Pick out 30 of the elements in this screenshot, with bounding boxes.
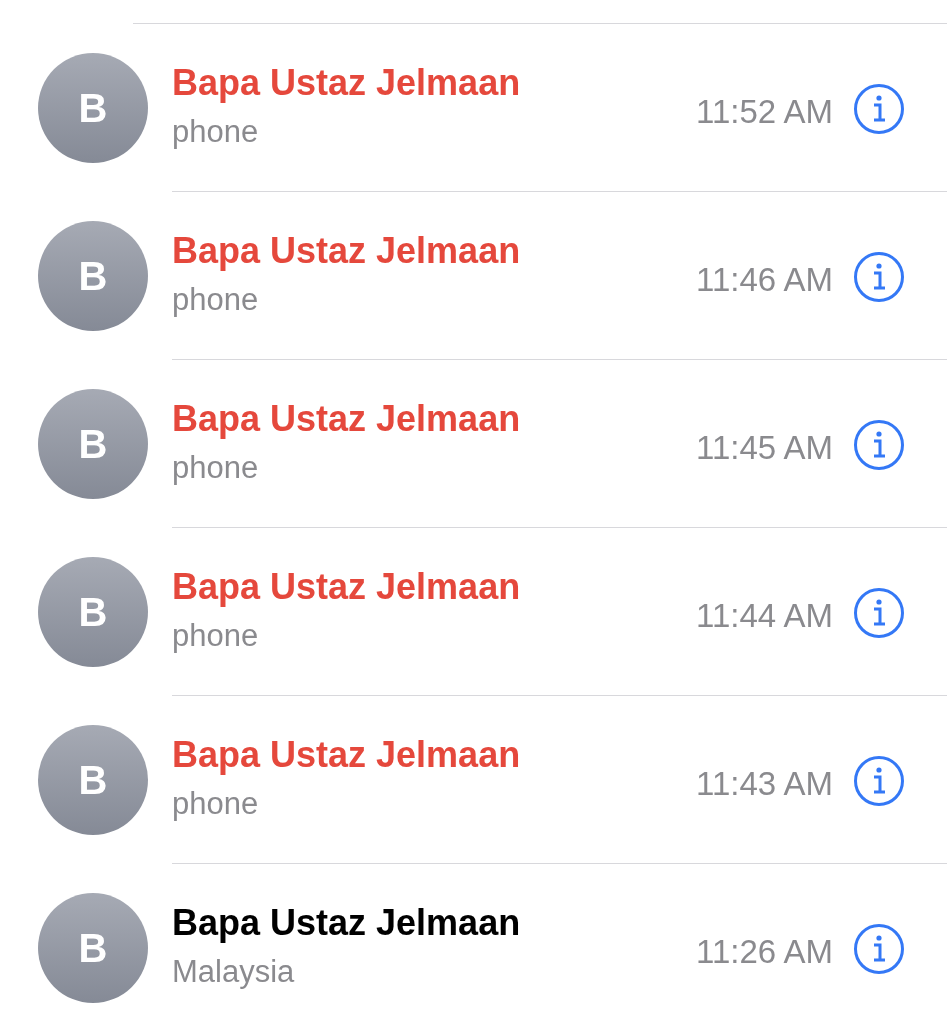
call-time: 11:46 AM	[696, 260, 833, 299]
call-time: 11:44 AM	[696, 596, 833, 635]
caller-name: Bapa Ustaz Jelmaan	[172, 229, 521, 272]
call-time: 11:52 AM	[696, 92, 833, 131]
info-icon[interactable]	[853, 82, 905, 135]
contact-avatar: B	[38, 725, 148, 835]
caller-name: Bapa Ustaz Jelmaan	[172, 565, 521, 608]
call-time: 11:45 AM	[696, 428, 833, 467]
contact-avatar: B	[38, 893, 148, 1003]
contact-avatar: B	[38, 389, 148, 499]
call-time: 11:43 AM	[696, 764, 833, 803]
call-time: 11:26 AM	[696, 933, 833, 971]
info-icon[interactable]	[853, 923, 905, 975]
contact-avatar: B	[38, 557, 148, 667]
contact-avatar: B	[38, 53, 148, 163]
caller-name: Bapa Ustaz Jelmaan	[172, 397, 521, 440]
call-label: Malaysia	[172, 954, 295, 990]
call-label: phone	[172, 617, 259, 654]
info-icon[interactable]	[853, 754, 905, 807]
info-icon[interactable]	[853, 250, 905, 303]
call-label: phone	[172, 449, 259, 486]
info-icon[interactable]	[853, 418, 905, 471]
call-label: phone	[172, 281, 259, 318]
contact-avatar: B	[38, 221, 148, 331]
caller-name: Bapa Ustaz Jelmaan	[172, 733, 521, 776]
info-icon[interactable]	[853, 586, 905, 639]
caller-name: Bapa Ustaz Jelmaan	[172, 61, 521, 104]
call-label: phone	[172, 113, 259, 150]
caller-name: Bapa Ustaz Jelmaan	[172, 902, 521, 944]
call-label: phone	[172, 785, 259, 822]
